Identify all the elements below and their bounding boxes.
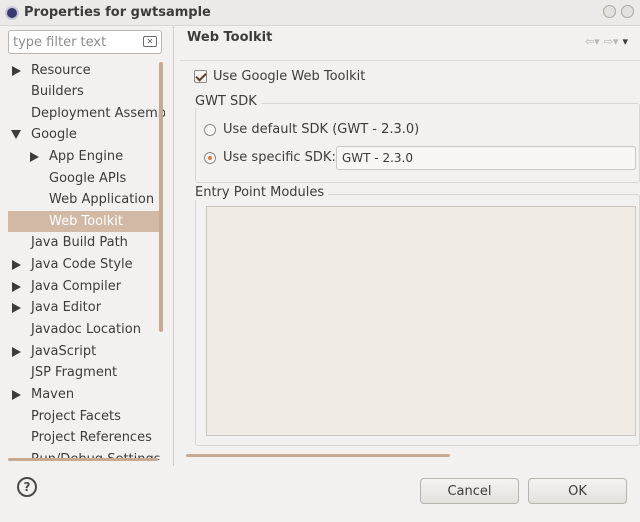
page-horizontal-scrollbar[interactable]	[186, 454, 450, 457]
title-bar: Properties for gwtsample	[0, 0, 640, 26]
nav-item-builders[interactable]: Builders	[8, 81, 162, 102]
expand-arrow-icon[interactable]	[12, 347, 21, 357]
nav-item-java-code-style[interactable]: Java Code Style	[8, 254, 162, 275]
nav-item-javascript[interactable]: JavaScript	[8, 341, 162, 362]
forward-arrow-icon[interactable]: ⇨▾	[604, 35, 619, 48]
nav-horizontal-scrollbar[interactable]	[8, 458, 158, 461]
sdk-select-value: GWT - 2.3.0	[342, 151, 413, 165]
default-sdk-label: Use default SDK (GWT - 2.3.0)	[223, 122, 420, 137]
nav-item-jsp-fragment[interactable]: JSP Fragment	[8, 362, 162, 383]
nav-item-google[interactable]: Google	[8, 124, 162, 145]
properties-page: Web Toolkit ⇦▾ ⇨▾ ▾ Use Google Web Toolk…	[174, 26, 640, 466]
clear-filter-icon[interactable]: ✕	[143, 36, 157, 47]
nav-item-java-build-path[interactable]: Java Build Path	[8, 232, 162, 253]
header-divider	[180, 60, 640, 61]
expand-arrow-icon[interactable]	[12, 303, 21, 313]
nav-item-project-facets[interactable]: Project Facets	[8, 406, 162, 427]
expand-arrow-icon[interactable]	[12, 390, 21, 400]
use-gwt-row[interactable]: Use Google Web Toolkit	[194, 69, 365, 84]
nav-item-deployment-assembly[interactable]: Deployment Assemb	[8, 103, 165, 124]
nav-item-app-engine[interactable]: App Engine	[8, 146, 162, 167]
specific-sdk-radio[interactable]	[204, 151, 216, 164]
view-menu-icon[interactable]: ▾	[622, 35, 628, 48]
minimize-icon[interactable]	[603, 5, 616, 18]
default-sdk-row[interactable]: Use default SDK (GWT - 2.3.0)	[204, 122, 419, 137]
close-icon[interactable]	[621, 5, 634, 18]
use-gwt-label: Use Google Web Toolkit	[213, 69, 366, 84]
nav-item-project-references[interactable]: Project References	[8, 427, 162, 448]
window-title: Properties for gwtsample	[24, 5, 211, 20]
nav-item-java-editor[interactable]: Java Editor	[8, 297, 162, 318]
help-button[interactable]: ?	[17, 477, 37, 497]
expand-arrow-icon[interactable]	[12, 282, 21, 292]
nav-item-resource[interactable]: Resource	[8, 60, 162, 81]
use-gwt-checkbox[interactable]	[194, 70, 207, 83]
back-arrow-icon[interactable]: ⇦▾	[585, 35, 600, 48]
expand-arrow-icon[interactable]	[12, 66, 21, 76]
cancel-button[interactable]: Cancel	[420, 478, 519, 504]
specific-sdk-label: Use specific SDK:	[223, 150, 336, 165]
page-history-nav: ⇦▾ ⇨▾ ▾	[585, 35, 628, 48]
filter-input[interactable]	[13, 34, 137, 50]
nav-vertical-scrollbar[interactable]	[159, 62, 163, 332]
category-tree: Resource Builders Deployment Assemb Goog…	[0, 58, 165, 460]
gwt-sdk-group-label: GWT SDK	[195, 94, 261, 109]
nav-item-google-apis[interactable]: Google APIs	[8, 168, 162, 189]
ok-button[interactable]: OK	[528, 478, 627, 504]
eclipse-app-icon	[5, 5, 19, 20]
gwt-sdk-group	[195, 103, 640, 183]
expand-arrow-icon[interactable]	[12, 260, 21, 270]
nav-item-web-application[interactable]: Web Application	[8, 189, 162, 210]
dialog-content: ✕ Resource Builders Deployment Assemb Go…	[0, 26, 640, 522]
nav-item-maven[interactable]: Maven	[8, 384, 162, 405]
filter-box: ✕	[8, 30, 162, 54]
specific-sdk-row[interactable]: Use specific SDK:	[204, 150, 336, 165]
entry-point-group-label: Entry Point Modules	[195, 185, 329, 200]
collapse-arrow-icon[interactable]	[11, 130, 21, 139]
default-sdk-radio[interactable]	[204, 123, 216, 136]
entry-point-modules-list[interactable]	[206, 206, 636, 436]
nav-item-javadoc-location[interactable]: Javadoc Location	[8, 319, 162, 340]
page-title: Web Toolkit	[187, 30, 273, 45]
expand-arrow-icon[interactable]	[30, 152, 39, 162]
nav-item-java-compiler[interactable]: Java Compiler	[8, 276, 162, 297]
nav-item-web-toolkit[interactable]: Web Toolkit	[8, 211, 162, 232]
sdk-select[interactable]: GWT - 2.3.0	[336, 146, 636, 170]
